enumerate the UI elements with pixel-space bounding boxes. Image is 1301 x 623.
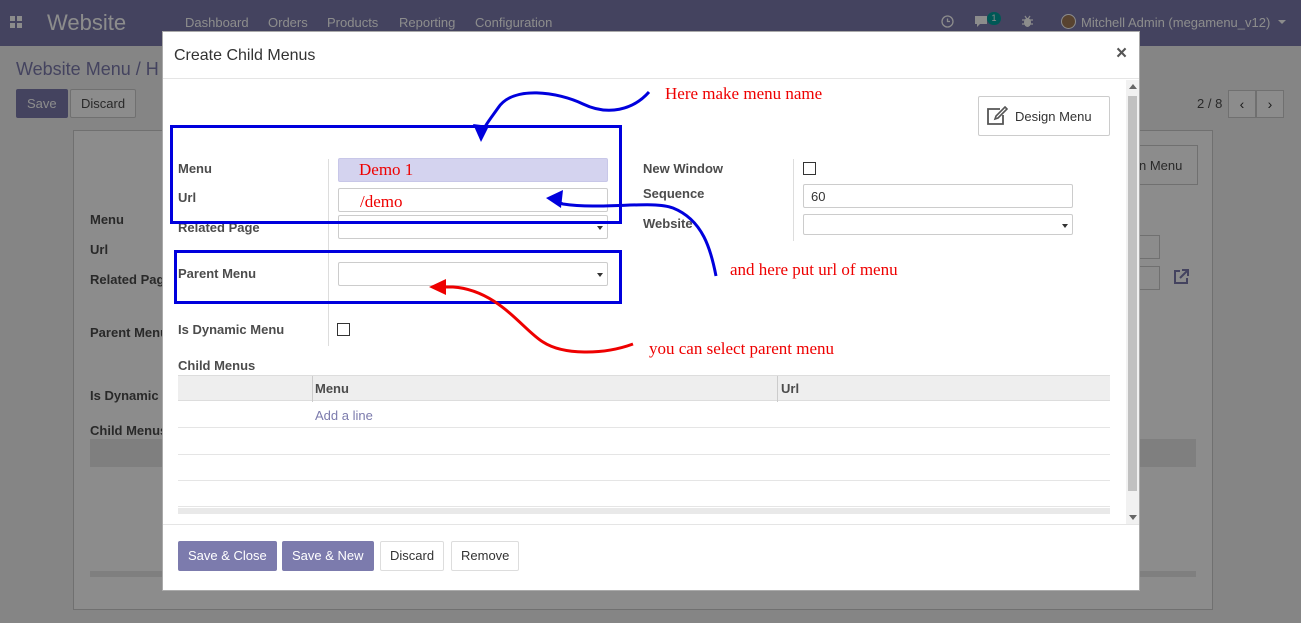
remove-button[interactable]: Remove: [451, 541, 520, 571]
annotation-arrows: [429, 90, 718, 354]
discard-button[interactable]: Discard: [380, 541, 445, 571]
close-icon[interactable]: ×: [1116, 43, 1127, 65]
arrow-head-parent: [429, 279, 446, 295]
dialog-footer: Save & Close Save & New Discard Remove: [163, 524, 1139, 590]
arrow-head-url: [546, 190, 563, 208]
dialog-header: Create Child Menus ×: [163, 32, 1139, 79]
arrow-head-menu: [473, 124, 489, 142]
dialog-body: Design Menu Menu Demo 1 Url /demo Relate…: [163, 80, 1139, 524]
create-child-menus-dialog: Create Child Menus × Design Menu Menu De…: [162, 31, 1140, 591]
save-new-button[interactable]: Save & New: [282, 541, 374, 571]
dialog-title: Create Child Menus: [174, 47, 316, 64]
save-close-button[interactable]: Save & Close: [178, 541, 277, 571]
